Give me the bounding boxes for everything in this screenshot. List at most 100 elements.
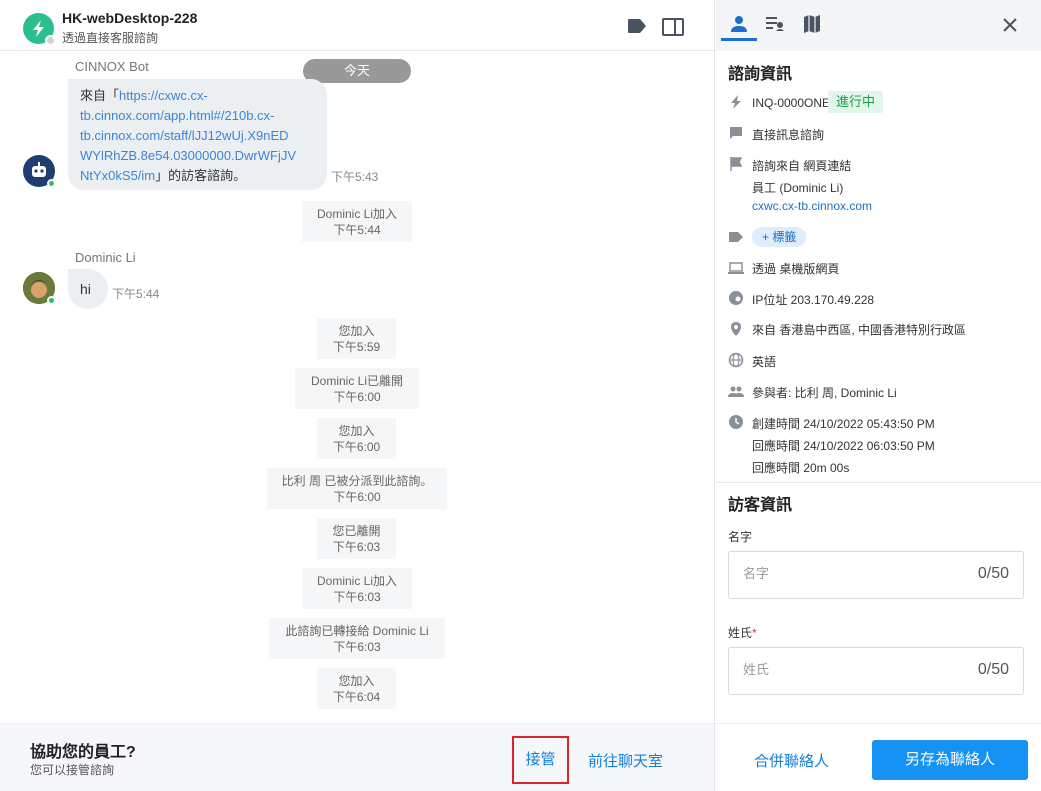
system-event-time: 下午6:03	[333, 640, 381, 654]
inquiry-language: 英語	[752, 355, 777, 369]
sender-name: CINNOX Bot	[75, 59, 149, 74]
app-window: HK-webDesktop-228 透過直接客服諮詢 今天 CINNOX Bot	[0, 0, 1041, 791]
message-time: 下午5:43	[331, 170, 379, 184]
first-name-field[interactable]: 0/50	[728, 551, 1024, 599]
system-event: 您已離開 下午6:03	[317, 518, 396, 559]
takeover-bar: 協助您的員工? 您可以接管諮詢 接管 前往聊天室	[0, 723, 714, 791]
panel-toggle-icon[interactable]	[661, 17, 685, 37]
system-event-text: 您已離開	[332, 524, 381, 538]
inquiry-source: 諮詢來自 網頁連結	[752, 159, 852, 173]
system-event: 此諮詢已轉接給 Dominic Li 下午6:03	[269, 618, 445, 659]
location-pin-icon	[731, 322, 741, 336]
inquiry-type: 直接訊息諮詢	[752, 128, 825, 142]
message-text: 」的訪客諮詢。	[155, 168, 247, 183]
info-tabs	[716, 0, 1041, 51]
people-icon	[728, 386, 744, 397]
chat-bubble-icon	[730, 127, 742, 139]
system-event: 您加入 下午6:04	[317, 668, 396, 709]
add-tag-button[interactable]: + 標籤	[752, 227, 807, 247]
last-name-field[interactable]: 0/50	[728, 647, 1024, 695]
online-dot	[47, 179, 56, 188]
flag-icon	[730, 157, 743, 171]
save-as-contact-button[interactable]: 另存為聯絡人	[872, 740, 1028, 780]
char-counter: 0/50	[977, 565, 1009, 582]
inquiry-section-title: 諮詢資訊	[728, 66, 793, 83]
inquiry-participants: 參與者: 比利 周, Dominic Li	[752, 386, 897, 400]
status-badge: 進行中	[828, 91, 884, 113]
message-link[interactable]: WYlRhZB.8e54.03000000.DwrWFjJV	[80, 148, 296, 163]
inquiry-created: 創建時間 24/10/2022 05:43:50 PM	[752, 417, 935, 431]
bot-message-bubble: 來自「https://cxwc.cx- tb.cinnox.com/app.ht…	[68, 79, 327, 190]
inquiry-ip: IP位址 203.170.49.228	[752, 293, 875, 307]
system-event: 您加入 下午6:00	[317, 418, 396, 459]
inquiry-location: 來自 香港島中西區, 中國香港特別行政區	[752, 323, 967, 337]
system-event-time: 下午6:04	[332, 690, 381, 704]
close-icon[interactable]	[1002, 17, 1018, 33]
tag-icon[interactable]	[627, 18, 647, 34]
required-mark: *	[752, 626, 757, 640]
user-avatar	[23, 272, 56, 305]
section-divider	[716, 482, 1041, 483]
system-event: 您加入 下午5:59	[317, 318, 396, 359]
system-event-time: 下午5:59	[332, 340, 381, 354]
system-event-time: 下午5:44	[333, 223, 381, 237]
message-time: 下午5:44	[112, 287, 160, 301]
chat-pane: HK-webDesktop-228 透過直接客服諮詢 今天 CINNOX Bot	[0, 0, 715, 791]
person-icon[interactable]	[727, 12, 751, 36]
message-link[interactable]: NtYx0kS5/im	[80, 168, 155, 183]
system-event: Dominic Li加入 下午6:03	[302, 568, 412, 609]
merge-contact-button[interactable]: 合併聯絡人	[754, 750, 829, 771]
field-label-text: 名字	[728, 530, 753, 544]
presence-dot	[45, 35, 56, 46]
takeover-button[interactable]: 接管	[512, 736, 569, 784]
first-name-label: 名字	[728, 528, 752, 545]
system-event-text: 您加入	[338, 324, 375, 338]
message-text: 來自「	[80, 88, 120, 103]
chat-subtitle: 透過直接客服諮詢	[62, 31, 159, 45]
system-event-time: 下午6:03	[332, 540, 381, 554]
channel-avatar	[23, 13, 56, 46]
message-list[interactable]: 今天 CINNOX Bot 來自「https://cxwc.cx- tb.cin…	[0, 52, 714, 723]
map-icon[interactable]	[800, 12, 824, 36]
user-message-bubble: hi	[68, 269, 108, 309]
system-event-time: 下午6:00	[333, 490, 381, 504]
system-event: 比利 周 已被分派到此諮詢。 下午6:00	[267, 468, 447, 509]
last-name-input[interactable]	[743, 662, 943, 677]
system-event-text: 比利 周 已被分派到此諮詢。	[281, 474, 433, 488]
system-event-text: Dominic Li加入	[316, 574, 398, 588]
laptop-icon	[728, 262, 744, 274]
tag-icon	[729, 232, 743, 242]
goto-chat-button[interactable]: 前往聊天室	[588, 750, 663, 771]
system-event: Dominic Li已離開 下午6:00	[295, 368, 419, 409]
char-counter: 0/50	[977, 661, 1009, 678]
system-event-text: Dominic Li加入	[316, 207, 398, 221]
system-event-text: Dominic Li已離開	[310, 374, 404, 388]
system-event-time: 下午6:00	[332, 440, 381, 454]
system-event-text: 您加入	[338, 674, 375, 688]
bot-avatar	[23, 155, 56, 188]
globe-pin-icon	[729, 291, 743, 305]
inquiry-responded: 回應時間 24/10/2022 06:03:50 PM	[752, 439, 935, 453]
chat-title: HK-webDesktop-228	[62, 10, 198, 26]
inquiry-domain-link[interactable]: cxwc.cx-tb.cinnox.com	[752, 199, 872, 213]
field-label-text: 姓氏	[728, 626, 753, 640]
message-link[interactable]: tb.cinnox.com/app.html#/210b.cx-	[80, 108, 274, 123]
message-link[interactable]: https://cxwc.cx-	[119, 88, 208, 103]
visitor-section-title: 訪客資訊	[728, 497, 793, 514]
system-event: Dominic Li加入 下午5:44	[302, 201, 412, 242]
assist-title: 協助您的員工?	[30, 744, 136, 761]
first-name-input[interactable]	[743, 566, 943, 581]
sender-name: Dominic Li	[75, 250, 136, 265]
clock-icon	[729, 415, 743, 429]
inquiry-channel: 透過 桌機版網頁	[752, 262, 840, 276]
date-divider: 今天	[303, 59, 411, 83]
chat-header: HK-webDesktop-228 透過直接客服諮詢	[0, 0, 714, 51]
message-link[interactable]: tb.cinnox.com/staff/lJJ12wUj.X9nED	[80, 128, 289, 143]
list-icon[interactable]	[763, 12, 787, 36]
system-event-text: 此諮詢已轉接給 Dominic Li	[285, 624, 429, 638]
inquiry-id: INQ-0000ONE	[752, 96, 831, 110]
online-dot	[47, 296, 56, 305]
last-name-label: 姓氏*	[728, 624, 757, 641]
contact-actions-bar: 合併聯絡人 另存為聯絡人	[716, 723, 1041, 791]
system-event-text: 您加入	[338, 424, 375, 438]
